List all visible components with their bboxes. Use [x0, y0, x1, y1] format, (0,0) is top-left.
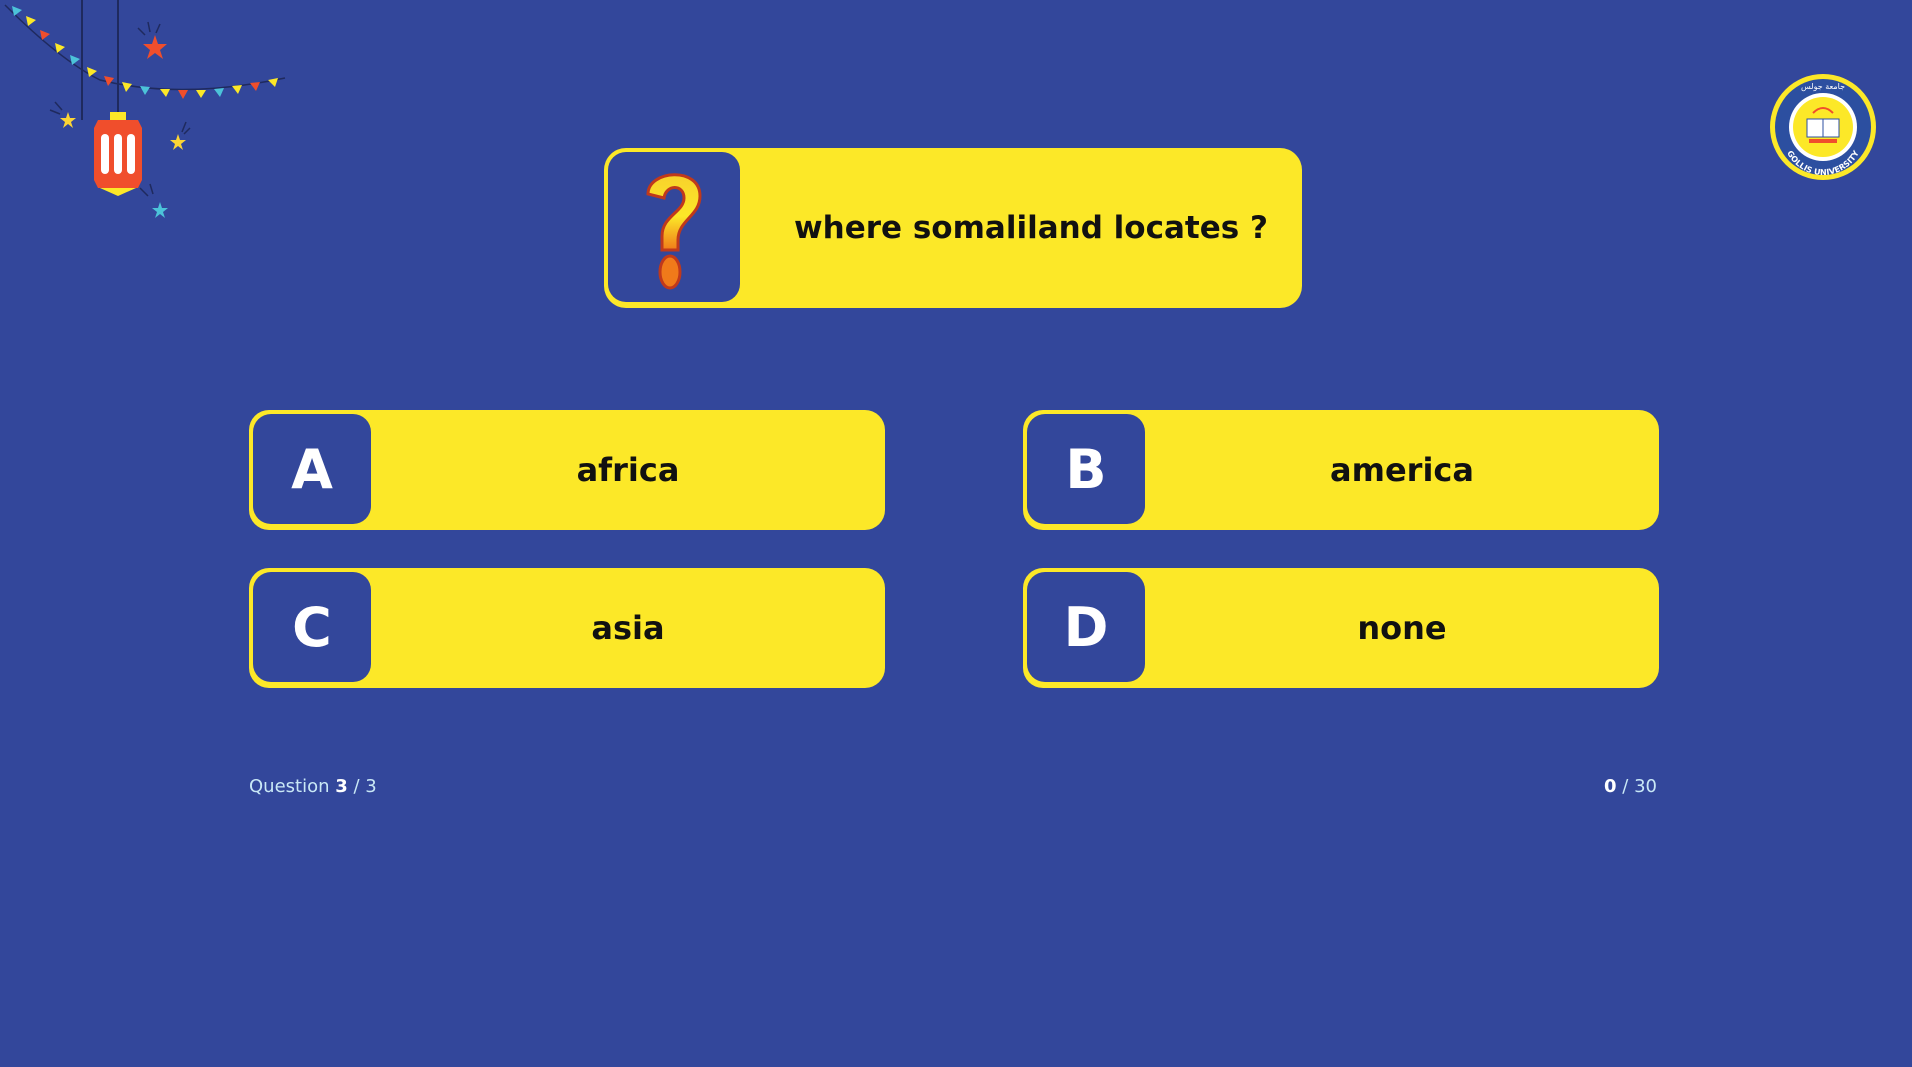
answer-letter: C — [253, 572, 371, 682]
answer-text: africa — [576, 451, 680, 489]
answer-letter: B — [1027, 414, 1145, 524]
answer-option-c[interactable]: C asia — [249, 568, 885, 688]
question-mark-icon — [646, 173, 702, 290]
answer-option-a[interactable]: A africa — [249, 410, 885, 530]
score-current: 0 — [1604, 776, 1617, 797]
score-separator: / — [1616, 776, 1635, 797]
answer-text: america — [1330, 451, 1474, 489]
question-card: where somaliland locates ? — [604, 148, 1302, 308]
university-logo: جامعة جولس GOLLIS UNIVERSITY — [1770, 74, 1876, 180]
answer-option-b[interactable]: B america — [1023, 410, 1659, 530]
svg-text:جامعة جولس: جامعة جولس — [1801, 82, 1845, 91]
question-text: where somaliland locates ? — [794, 210, 1268, 246]
answer-text: asia — [591, 609, 665, 647]
score-total: 30 — [1634, 776, 1657, 797]
quiz-stage: جامعة جولس GOLLIS UNIVERSITY where somal… — [0, 0, 1912, 1067]
question-icon-box — [608, 152, 740, 302]
score-counter: 0 / 30 — [1604, 776, 1657, 797]
answer-letter: A — [253, 414, 371, 524]
ramadan-decoration — [4, 0, 286, 250]
answer-letter: D — [1027, 572, 1145, 682]
answer-text: none — [1357, 609, 1447, 647]
progress-total: 3 — [365, 776, 377, 797]
answer-option-d[interactable]: D none — [1023, 568, 1659, 688]
progress-separator: / — [347, 776, 366, 797]
progress-label: Question — [249, 776, 330, 797]
progress-current: 3 — [335, 776, 348, 797]
question-progress: Question 3 / 3 — [249, 776, 377, 797]
